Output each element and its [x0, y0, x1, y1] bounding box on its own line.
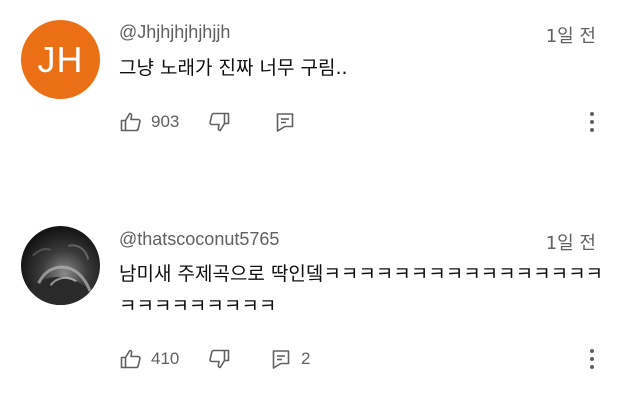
like-button[interactable]: 903	[119, 108, 179, 136]
more-options-button[interactable]	[585, 108, 599, 136]
like-count: 903	[151, 112, 180, 131]
avatar-photo	[21, 244, 100, 305]
reply-icon	[272, 350, 290, 369]
more-options-button[interactable]	[585, 345, 599, 373]
comment-text: 남미새 주제곡으로 딱인뎈ㅋㅋㅋㅋㅋㅋㅋㅋㅋㅋㅋㅋㅋㅋㅋㅋㅋㅋㅋㅋㅋㅋㅋㅋㅋ	[119, 263, 604, 317]
more-vertical-icon	[590, 349, 594, 353]
comment-timestamp[interactable]: 1일 전	[546, 22, 596, 48]
comment-author[interactable]: @thatscoconut5765	[119, 229, 279, 250]
reply-button[interactable]: 2	[269, 345, 310, 373]
more-vertical-icon	[590, 112, 594, 116]
comment-actions: 903	[119, 108, 599, 136]
comment-actions: 410 2	[119, 345, 599, 373]
thumbs-down-icon	[209, 112, 230, 132]
like-button[interactable]: 410	[119, 345, 179, 373]
avatar[interactable]	[21, 226, 100, 305]
dislike-button[interactable]	[207, 345, 231, 373]
comment-author[interactable]: @Jhjhjhjhjhjjh	[119, 22, 230, 43]
avatar[interactable]: JH	[21, 20, 100, 99]
comment-text: 그냥 노래가 진짜 너무 구림..	[119, 57, 348, 79]
avatar-initials: JH	[37, 38, 84, 80]
thumbs-down-icon	[209, 349, 230, 369]
dislike-button[interactable]	[207, 108, 231, 136]
thumbs-up-icon	[120, 349, 141, 369]
reply-count: 2	[301, 349, 311, 368]
reply-button[interactable]	[273, 108, 297, 136]
thumbs-up-icon	[120, 112, 141, 132]
reply-icon	[276, 113, 294, 132]
comment-timestamp[interactable]: 1일 전	[546, 229, 596, 255]
like-count: 410	[151, 349, 180, 368]
